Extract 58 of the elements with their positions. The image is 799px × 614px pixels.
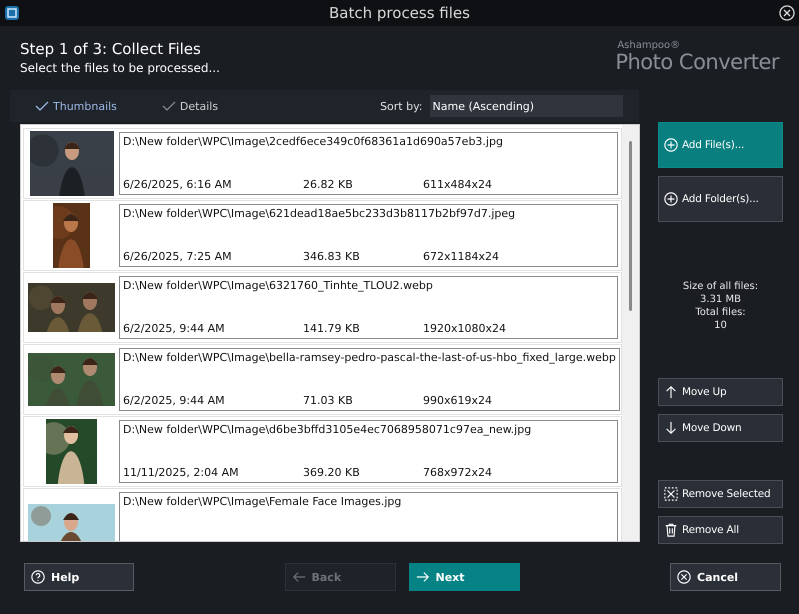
file-path: D:\New folder\WPC\Image\621dead18ae5bc233d3b8117b2bf97d7.jpeg — [123, 207, 516, 220]
remove-button[interactable]: Remove All — [658, 516, 783, 544]
scrollbar-thumb[interactable] — [629, 141, 632, 311]
brand-name: Ashampoo® — [616, 40, 682, 51]
file-dimensions: 1920x1080x24 — [423, 322, 508, 335]
left-arrow-icon — [292, 570, 306, 584]
selection-icon — [664, 487, 678, 501]
file-date: 6/2/2025, 9:44 AM — [123, 394, 226, 407]
file-dimensions: 990x619x24 — [423, 394, 494, 407]
move-button[interactable]: Move Down — [658, 414, 783, 442]
sort-label: Sort by: — [380, 100, 423, 112]
summary-text: Total files: — [695, 306, 746, 319]
file-path: D:\New folder\WPC\Image\Female Face Images.jpg — [123, 495, 402, 508]
file-dimensions: 768x972x24 — [423, 466, 494, 479]
file-path: D:\New folder\WPC\Image\bella-ramsey-pedro-pascal-the-last-of-us-hbo_fixed_large.webp — [123, 351, 616, 364]
file-size: 346.83 KB — [303, 250, 361, 263]
add-button[interactable]: Add Folder(s)... — [658, 176, 783, 222]
trash-icon — [664, 523, 678, 537]
file-size: 369.20 KB — [303, 466, 361, 479]
step-subtitle: Select the files to be processed... — [20, 61, 220, 75]
app-icon — [4, 5, 20, 21]
file-date: 6/26/2025, 6:16 AM — [123, 178, 233, 191]
help-icon — [31, 570, 45, 584]
right-arrow-icon — [416, 570, 430, 584]
file-path: D:\New folder\WPC\Image\d6be3bffd3105e4ec7068958071c97ea_new.jpg — [123, 423, 532, 436]
up-arrow-icon — [664, 385, 678, 399]
file-date: 6/26/2025, 7:25 AM — [123, 250, 233, 263]
view-tab[interactable]: Thumbnails — [35, 100, 117, 112]
move-button[interactable]: Move Up — [658, 378, 783, 406]
plus-icon — [664, 138, 678, 152]
file-size: 26.82 KB — [303, 178, 354, 191]
product-name: Photo Converter — [615, 51, 779, 73]
file-date: 6/2/2025, 9:44 AM — [123, 322, 226, 335]
view-tab[interactable]: Details — [162, 100, 218, 112]
summary-text: 10 — [714, 319, 727, 332]
file-path: D:\New folder\WPC\Image\2cedf6ece349c0f68361a1d690a57eb3.jpg — [123, 135, 504, 148]
window-title: Batch process files — [329, 4, 470, 22]
nav-button[interactable]: Next — [408, 563, 520, 591]
file-date: 11/11/2025, 2:04 AM — [123, 466, 240, 479]
step-title: Step 1 of 3: Collect Files — [20, 40, 202, 58]
file-size: 71.03 KB — [303, 394, 354, 407]
close-icon — [677, 570, 691, 584]
file-dimensions: 672x1184x24 — [423, 250, 500, 263]
plus-icon — [664, 192, 678, 206]
file-dimensions: 611x484x24 — [423, 178, 494, 191]
checkmark-icon — [162, 101, 176, 111]
summary-text: Size of all files: — [682, 280, 758, 293]
cancel-button[interactable]: Cancel — [670, 563, 781, 591]
close-icon[interactable] — [779, 5, 795, 21]
summary-text: 3.31 MB — [700, 293, 741, 306]
remove-button[interactable]: Remove Selected — [658, 480, 783, 508]
sort-field[interactable]: Name (Ascending) — [430, 95, 623, 117]
file-path: D:\New folder\WPC\Image\6321760_Tinhte_TLOU2.webp — [123, 279, 434, 292]
help-button[interactable]: Help — [24, 563, 134, 591]
checkmark-icon — [35, 101, 49, 111]
file-size: 141.79 KB — [303, 322, 361, 335]
down-arrow-icon — [664, 421, 678, 435]
add-button[interactable]: Add File(s)... — [658, 122, 783, 168]
